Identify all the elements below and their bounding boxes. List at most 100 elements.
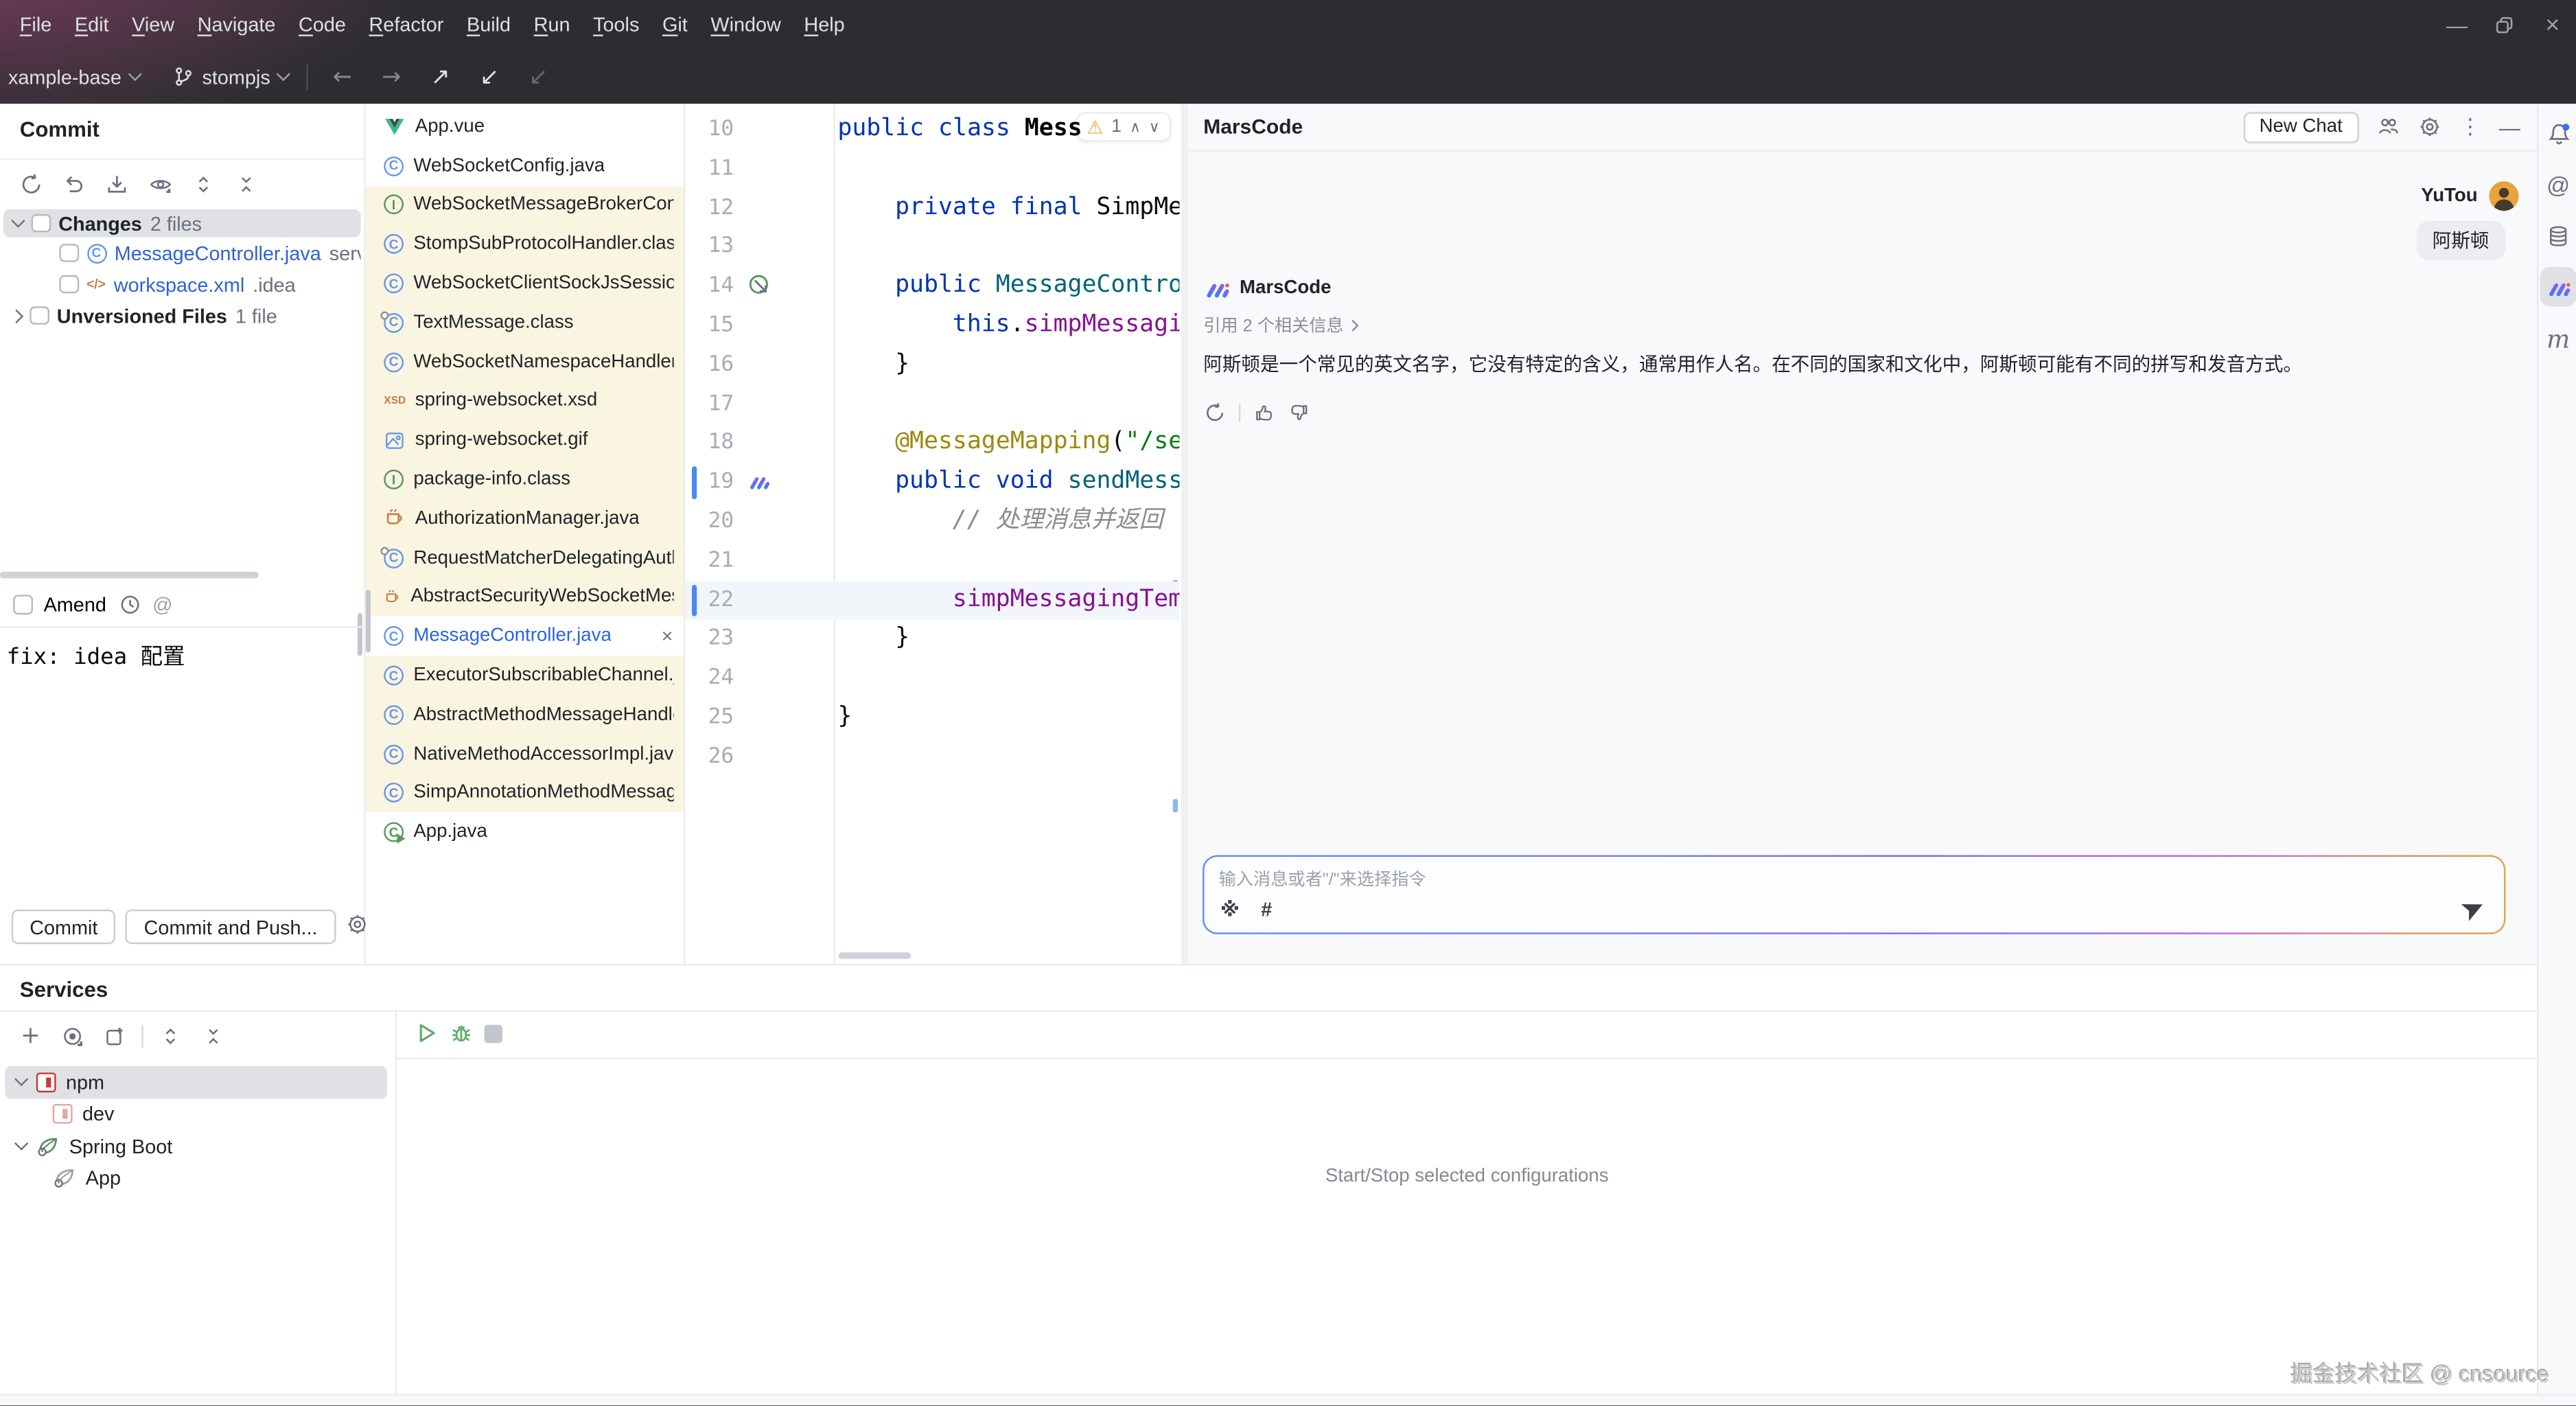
editor-line[interactable]: 21 — [684, 542, 1179, 581]
expand-all-icon[interactable] — [153, 1022, 186, 1050]
service-row-npm[interactable]: npm — [5, 1066, 387, 1098]
horizontal-scrollbar[interactable] — [0, 572, 259, 579]
editor-line[interactable]: 24 — [684, 659, 1179, 698]
editor-tab[interactable]: IWebSocketMessageBrokerConfigurer.cl — [366, 185, 683, 224]
regenerate-icon[interactable] — [1203, 402, 1225, 423]
commit-and-push-button[interactable]: Commit and Push... — [126, 910, 336, 944]
analysis-mark[interactable] — [1172, 799, 1177, 812]
changed-file-row[interactable]: C MessageController.java server\src\ — [3, 238, 361, 269]
forward-button[interactable]: → — [367, 63, 416, 89]
collapse-all-icon[interactable] — [196, 1022, 229, 1050]
close-window-icon[interactable]: × — [2529, 0, 2576, 49]
editor-line[interactable]: 23} — [684, 620, 1179, 659]
editor-tab[interactable]: CApp.java — [366, 813, 683, 852]
chat-input[interactable]: 输入消息或者"/"来选择指令 ※ # — [1204, 857, 2503, 932]
menu-view[interactable]: View — [120, 7, 186, 43]
editor-tab[interactable]: CSimpAnnotationMethodMessageHand — [366, 774, 683, 813]
view-options-icon[interactable] — [56, 1022, 89, 1050]
editor-line[interactable]: 14public MessageContro — [684, 267, 1179, 306]
editor-tab[interactable]: App.vue — [366, 107, 683, 146]
refresh-icon[interactable] — [15, 170, 48, 198]
minimize-window-icon[interactable]: — — [2433, 0, 2481, 49]
editor-line[interactable]: 20// 处理消息并返回 — [684, 503, 1179, 542]
editor-line[interactable]: 25} — [684, 699, 1179, 738]
editor-tab[interactable]: CRequestMatcherDelegatingAuthorizati — [366, 538, 683, 577]
editor-horizontal-scrollbar[interactable] — [837, 952, 910, 959]
file-checkbox[interactable] — [59, 244, 78, 263]
unversioned-files-row[interactable]: Unversioned Files 1 file — [3, 300, 361, 332]
editor-tab[interactable]: spring-websocket.gif — [366, 421, 683, 460]
menu-navigate[interactable]: Navigate — [186, 7, 287, 43]
editor-line[interactable]: 18@MessageMapping("/se — [684, 424, 1179, 463]
mention-icon[interactable]: @ — [152, 593, 172, 616]
service-row-springboot[interactable]: Spring Boot — [5, 1130, 387, 1162]
thumbs-up-icon[interactable] — [1253, 402, 1274, 423]
commit-button[interactable]: Commit — [12, 910, 116, 944]
chevron-down-icon[interactable] — [14, 1137, 28, 1151]
commands-icon[interactable]: ※ — [1220, 897, 1240, 921]
more-options-icon[interactable]: ⋮ — [2459, 114, 2481, 140]
editor-line[interactable]: 26 — [684, 738, 1179, 777]
editor-line[interactable]: 17 — [684, 385, 1179, 424]
panel-divider[interactable] — [1181, 104, 1187, 964]
changes-checkbox[interactable] — [32, 214, 51, 233]
thumbs-down-icon[interactable] — [1288, 402, 1309, 423]
editor-line[interactable]: 22simpMessagingTem — [684, 581, 1179, 620]
commit-message-input[interactable]: fix: idea 配置 — [7, 638, 185, 671]
menu-run[interactable]: Run — [522, 7, 581, 43]
chevron-right-icon[interactable] — [10, 308, 23, 322]
editor-line[interactable]: 15this.simpMessagi — [684, 306, 1179, 345]
rollback-icon[interactable] — [58, 170, 91, 198]
marscode-stripe-button[interactable] — [2540, 267, 2576, 307]
editor-tab[interactable]: CAbstractMethodMessageHandler.java — [366, 695, 683, 735]
editor-tab[interactable]: CMessageController.java× — [366, 616, 683, 656]
navigate-down-left-dashed-icon[interactable]: ↙ — [514, 63, 563, 89]
send-icon[interactable] — [2457, 892, 2490, 925]
expand-all-icon[interactable] — [186, 170, 219, 198]
stop-service-button[interactable] — [485, 1024, 502, 1042]
project-widget[interactable]: xample-base — [0, 58, 148, 95]
shelve-icon[interactable] — [100, 170, 133, 198]
editor-line[interactable]: 19public void sendMess — [684, 463, 1179, 503]
chat-history-icon[interactable] — [2377, 115, 2400, 139]
editor-line[interactable]: 13 — [684, 228, 1179, 267]
unversioned-checkbox[interactable] — [30, 306, 49, 325]
menu-refactor[interactable]: Refactor — [358, 7, 455, 43]
editor-line[interactable]: 10public class Mess — [684, 111, 1179, 150]
restore-window-icon[interactable] — [2481, 0, 2529, 49]
editor-line[interactable]: 11 — [684, 150, 1179, 189]
add-service-icon[interactable] — [13, 1022, 46, 1050]
code-editor[interactable]: ⚠ 1 ∧ ∨ 10public class Mess1112private f… — [684, 104, 1179, 964]
ai-assistant-icon[interactable]: @ — [2538, 172, 2576, 198]
service-row-dev[interactable]: dev — [5, 1098, 387, 1131]
context-hash-icon[interactable]: # — [1261, 897, 1272, 921]
maven-stripe-icon[interactable]: m — [2538, 325, 2576, 354]
editor-tab[interactable]: CNativeMethodAccessorImpl.java — [366, 735, 683, 774]
spring-bean-gutter-icon[interactable] — [747, 274, 771, 303]
run-service-button[interactable] — [415, 1022, 439, 1045]
menu-git[interactable]: Git — [651, 7, 699, 43]
commit-history-icon[interactable] — [118, 593, 141, 616]
editor-tab[interactable]: CExecutorSubscribableChannel.java — [366, 656, 683, 695]
menu-window[interactable]: Window — [699, 7, 793, 43]
database-icon[interactable] — [2538, 224, 2576, 249]
editor-tab[interactable]: CWebSocketConfig.java — [366, 146, 683, 185]
marscode-gutter-icon[interactable] — [747, 470, 770, 498]
editor-tab[interactable]: Ipackage-info.class — [366, 460, 683, 499]
chevron-down-icon[interactable] — [14, 1072, 28, 1086]
editor-line[interactable]: 16} — [684, 346, 1179, 385]
marscode-settings-icon[interactable] — [2418, 115, 2441, 139]
menu-tools[interactable]: Tools — [581, 7, 651, 43]
changed-file-row[interactable]: </> workspace.xml .idea — [3, 268, 361, 300]
editor-tab[interactable]: CWebSocketNamespaceHandler.class — [366, 343, 683, 382]
new-chat-button[interactable]: New Chat — [2243, 111, 2359, 143]
notifications-button[interactable] — [2538, 122, 2576, 147]
debug-service-button[interactable] — [450, 1022, 473, 1045]
back-button[interactable]: ← — [318, 63, 367, 89]
open-in-new-tab-icon[interactable] — [99, 1022, 132, 1050]
citation-link[interactable]: 引用 2 个相关信息 — [1203, 313, 2504, 338]
close-tab-icon[interactable]: × — [662, 625, 673, 648]
editor-tab[interactable]: CTextMessage.class — [366, 303, 683, 343]
chevron-down-icon[interactable] — [11, 214, 25, 227]
editor-tab[interactable]: AbstractSecurityWebSocketMessageBr — [366, 577, 683, 616]
